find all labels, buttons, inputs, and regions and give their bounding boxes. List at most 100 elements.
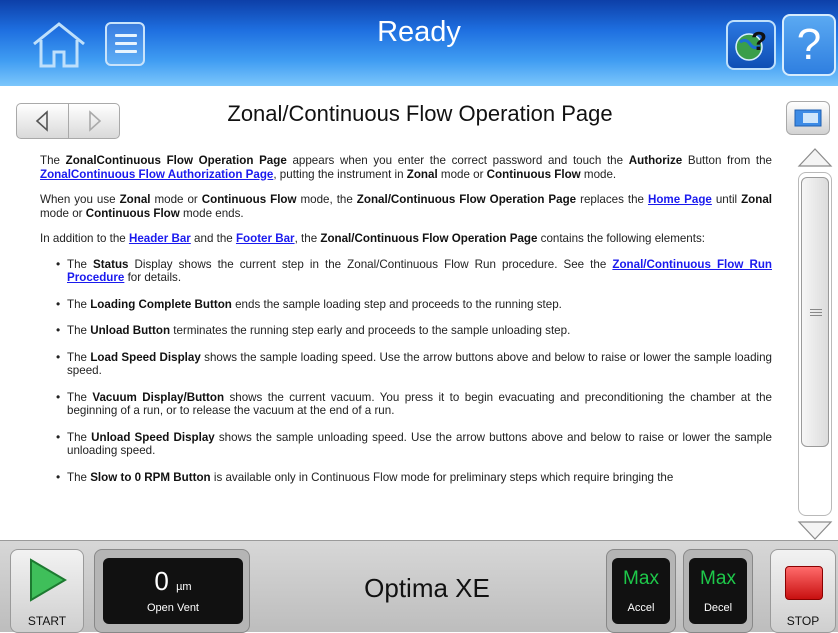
bold-text: Zonal/Continuous Flow Operation Page xyxy=(320,232,538,245)
bold-text: Zonal/Continuous Flow Operation Page xyxy=(356,193,577,206)
scroll-down-button[interactable] xyxy=(795,520,835,542)
decel-value: Max xyxy=(700,568,736,589)
elements-paragraph: In addition to the Header Bar and the Fo… xyxy=(40,232,772,246)
header-bar: Ready ? ? xyxy=(0,0,838,86)
stop-label: STOP xyxy=(786,614,820,628)
text: mode or xyxy=(150,193,202,206)
list-item: The Status Display shows the current ste… xyxy=(56,258,772,285)
toggle-panel-button[interactable] xyxy=(786,101,830,135)
decel-label: Decel xyxy=(703,602,733,614)
text: ends the sample loading step and proceed… xyxy=(231,297,562,311)
text: mode ends. xyxy=(179,206,244,220)
list-item: The Load Speed Display shows the sample … xyxy=(56,351,772,378)
vacuum-number: 0 xyxy=(154,566,169,596)
decel-display: Max Decel xyxy=(689,558,747,624)
bold-text: Zonal xyxy=(406,167,438,181)
text: appears when you enter the correct passw… xyxy=(286,154,629,167)
bold-text: Load Speed Display xyxy=(90,350,201,364)
bold-text: Authorize xyxy=(628,154,683,167)
stop-icon xyxy=(785,566,823,600)
accel-display: Max Accel xyxy=(612,558,670,624)
text: Display shows the current step in the Zo… xyxy=(128,257,613,271)
stop-button[interactable]: STOP xyxy=(770,549,836,633)
authorization-page-link[interactable]: ZonalContinuous Flow Authorization Page xyxy=(40,168,273,181)
scroll-up-button[interactable] xyxy=(795,146,835,168)
list-item: The Slow to 0 RPM Button is available on… xyxy=(56,471,772,485)
text: , putting the instrument in xyxy=(273,167,407,181)
vacuum-label: Open Vent xyxy=(147,602,199,614)
chevron-right-icon xyxy=(89,110,102,132)
text: mode or xyxy=(437,167,487,181)
play-icon xyxy=(30,558,67,602)
list-item: The Unload Speed Display shows the sampl… xyxy=(56,431,772,458)
help-icon[interactable]: ? xyxy=(782,14,836,76)
text: , the xyxy=(294,232,321,245)
accel-label: Accel xyxy=(627,602,655,614)
instrument-model: Optima XE xyxy=(364,573,490,603)
home-page-link[interactable]: Home Page xyxy=(648,193,712,206)
list-item: The Unload Button terminates the running… xyxy=(56,324,772,338)
vacuum-unit: µm xyxy=(176,581,192,593)
text: When you use xyxy=(40,193,120,206)
panel-toggle-icon xyxy=(794,109,822,127)
globe-help-icon[interactable]: ? xyxy=(726,20,776,70)
scrollbar-thumb[interactable] xyxy=(801,177,829,447)
text: is available only in Continuous Flow mod… xyxy=(210,470,674,484)
back-button[interactable] xyxy=(17,104,68,138)
elements-list: The Status Display shows the current ste… xyxy=(40,258,772,485)
footer-bar-link[interactable]: Footer Bar xyxy=(236,232,295,245)
text: The xyxy=(67,430,92,444)
text: for details. xyxy=(124,271,182,284)
list-item: The Vacuum Display/Button shows the curr… xyxy=(56,391,772,418)
bold-text: Continuous Flow xyxy=(85,206,180,220)
vacuum-button[interactable]: 0 µm Open Vent xyxy=(94,549,250,633)
page-navigation xyxy=(16,103,120,139)
bold-text: Zonal xyxy=(741,193,772,206)
accel-value: Max xyxy=(623,568,659,589)
text: In addition to the xyxy=(40,232,129,245)
text: until xyxy=(711,193,742,206)
help-content: The ZonalContinuous Flow Operation Page … xyxy=(40,154,772,540)
grip-line xyxy=(810,309,822,310)
bold-text: Status xyxy=(93,257,129,271)
start-button[interactable]: START xyxy=(10,549,84,633)
bold-text: Vacuum Display/Button xyxy=(92,390,225,404)
decel-button[interactable]: Max Decel xyxy=(683,549,753,633)
svg-text:?: ? xyxy=(751,26,767,56)
list-item: The Loading Complete Button ends the sam… xyxy=(56,298,772,312)
accel-button[interactable]: Max Accel xyxy=(606,549,676,633)
text: and the xyxy=(190,232,236,245)
bold-text: Loading Complete Button xyxy=(90,297,232,311)
bold-text: Unload Speed Display xyxy=(91,430,215,444)
intro-paragraph: The ZonalContinuous Flow Operation Page … xyxy=(40,154,772,181)
footer-bar: START 0 µm Open Vent Optima XE Max Accel… xyxy=(0,540,838,633)
page-title: Zonal/Continuous Flow Operation Page xyxy=(227,101,613,126)
text: The xyxy=(67,390,93,404)
grip-line xyxy=(810,315,822,316)
chevron-left-icon xyxy=(35,110,48,132)
forward-button[interactable] xyxy=(69,104,120,138)
vacuum-value: 0 µm xyxy=(103,566,243,597)
text: The xyxy=(67,350,91,364)
text: mode, the xyxy=(296,193,357,206)
text: mode. xyxy=(580,167,617,181)
start-label: START xyxy=(27,614,67,628)
text: contains the following elements: xyxy=(537,232,705,245)
bold-text: Continuous Flow xyxy=(201,193,297,206)
usage-paragraph: When you use Zonal mode or Continuous Fl… xyxy=(40,193,772,220)
bold-text: Continuous Flow xyxy=(486,167,581,181)
bold-text: ZonalContinuous Flow Operation Page xyxy=(65,154,287,167)
bold-text: Slow to 0 RPM Button xyxy=(90,470,211,484)
text: The xyxy=(67,257,94,271)
vacuum-display: 0 µm Open Vent xyxy=(103,558,243,624)
status-title: Ready xyxy=(377,16,461,48)
header-bar-link[interactable]: Header Bar xyxy=(129,232,191,245)
text: The xyxy=(67,470,91,484)
text: replaces the xyxy=(576,193,648,206)
text: The xyxy=(40,154,66,167)
scrollbar-track[interactable] xyxy=(798,172,832,516)
text: The xyxy=(67,324,91,337)
bold-text: Unload Button xyxy=(90,324,171,337)
grip-line xyxy=(810,312,822,313)
text: Button from the xyxy=(682,154,772,167)
